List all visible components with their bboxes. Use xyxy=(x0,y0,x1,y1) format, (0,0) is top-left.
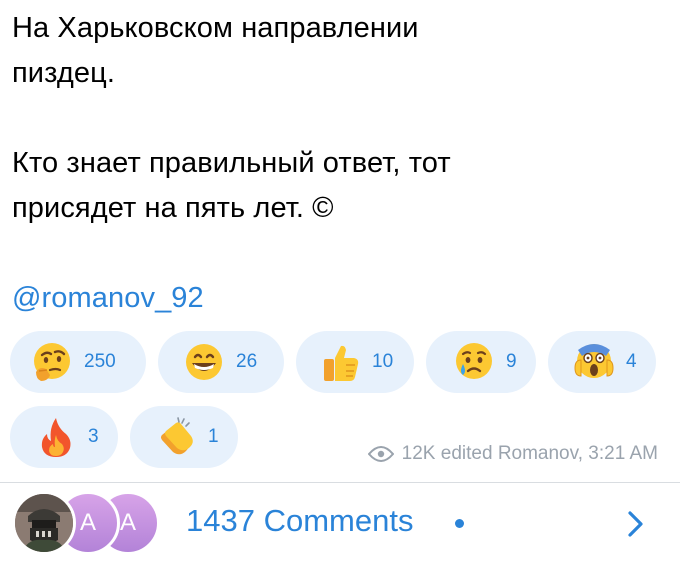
comments-label: 1437 Comments xyxy=(186,503,414,538)
post-meta: 12K edited Romanov, 3:21 AM xyxy=(367,443,658,465)
message-line-1: На Харьковском направлении xyxy=(12,12,419,44)
reaction-thinking[interactable]: 250 xyxy=(10,331,146,393)
message-text: На Харьковском направлении пиздец. Кто з… xyxy=(12,6,662,321)
unread-dot xyxy=(455,519,464,528)
thumbs-up-icon xyxy=(324,345,359,381)
fire-icon xyxy=(41,418,71,457)
message-line-3: Кто знает правильный ответ, тот xyxy=(12,147,451,179)
avatar xyxy=(12,491,76,555)
reaction-count: 250 xyxy=(84,351,116,372)
reaction-fire[interactable]: 3 xyxy=(10,406,118,468)
views-count: 12K xyxy=(401,443,436,464)
reaction-count: 9 xyxy=(506,351,517,372)
user-photo-icon xyxy=(15,494,73,552)
screaming-face-icon xyxy=(574,344,614,378)
post-time: 3:21 AM xyxy=(588,443,658,464)
reaction-count: 10 xyxy=(372,351,394,372)
message-line-4: присядет на пять лет. © xyxy=(12,192,334,224)
reaction-thumbs-up[interactable]: 10 xyxy=(296,331,414,393)
crying-face-icon xyxy=(456,343,492,379)
reaction-count: 3 xyxy=(88,426,99,447)
reactions-row-2: 3 1 xyxy=(10,406,238,468)
reaction-clapping[interactable]: 1 xyxy=(130,406,238,468)
clapping-hands-icon xyxy=(161,417,193,455)
reaction-crying[interactable]: 9 xyxy=(426,331,536,393)
reaction-count: 1 xyxy=(208,426,219,447)
eye-icon xyxy=(367,446,394,462)
reaction-screaming[interactable]: 4 xyxy=(548,331,656,393)
grinning-face-icon xyxy=(186,344,222,380)
comments-button[interactable]: A A 1437 Comments xyxy=(0,483,680,565)
author-mention-link[interactable]: @romanov_92 xyxy=(12,276,662,321)
reaction-count: 4 xyxy=(626,351,637,372)
chevron-right-icon xyxy=(628,511,643,537)
message-line-2: пиздец. xyxy=(12,57,115,89)
thinking-face-icon xyxy=(34,343,70,381)
channel-post: На Харьковском направлении пиздец. Кто з… xyxy=(0,0,680,565)
reaction-count: 26 xyxy=(236,351,258,372)
reactions-row-1: 250 26 10 9 4 xyxy=(10,331,656,393)
edited-label: edited xyxy=(440,443,493,464)
reaction-grinning[interactable]: 26 xyxy=(158,331,284,393)
post-author: Romanov, xyxy=(497,443,583,464)
